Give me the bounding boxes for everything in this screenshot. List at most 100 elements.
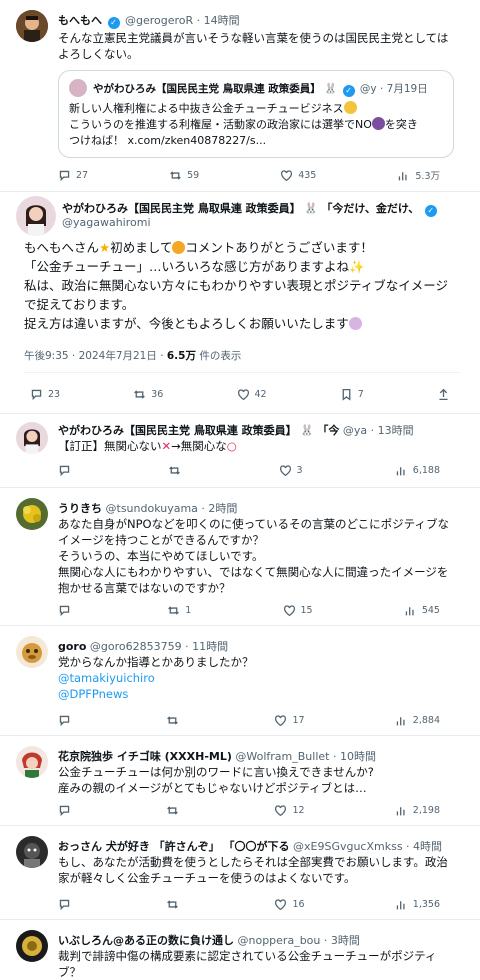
avatar[interactable] [16,746,48,778]
repost-button[interactable] [166,714,184,727]
quoted-link: x.com/zken40878227/s... [127,134,267,147]
tweet-text: あなた自身がNPOなどを叩くのに使っているその言葉のどこにポジティブな イメージ… [58,517,449,595]
tweet-mohemohe[interactable]: もへもへ ✓ @gerogeroR · 14時間 そんな立憲民主党議員が言いそう… [0,0,480,192]
reply-icon [59,605,70,617]
tweet-meta: 午後9:35 · 2024年7月21日 · 6.5万 件の表示 [24,350,242,362]
author-handle[interactable]: @tsundokuyama · 2時間 [106,502,238,515]
views-chart-icon [405,607,414,616]
repost-button[interactable] [166,898,184,911]
tweet-goro[interactable]: goro @goro62853759 · 11時間 党からなんか指導とかありまし… [0,626,480,736]
person-emoji-icon [371,117,385,130]
views-chart-icon [399,171,407,180]
reply-button[interactable]: 23 [30,388,60,401]
tweet-main: やがわひろみ【国民民主党 鳥取県連 政策委員】 🐰 「今だけ、金だけ、 ✓ @y… [0,192,480,414]
repost-icon [168,606,180,615]
bunny-icon: 🐰 [324,83,338,95]
repost-icon [167,716,179,725]
sparkle-emoji-icon: ✨ [349,259,365,274]
mention-link[interactable]: @tamakiyuichiro [58,670,464,686]
smile-emoji-icon [172,241,186,254]
like-button[interactable]: 42 [237,388,267,401]
avatar[interactable] [16,836,48,868]
views-button[interactable]: 545 [404,604,440,617]
verified-badge-icon: ✓ [107,17,120,29]
star-emoji-icon: ★ [99,240,111,255]
heart-icon [237,389,249,401]
avatar[interactable] [16,636,48,668]
tweet-text: 党からなんか指導とかありましたか？ @tamakiyuichiro @DPFPn… [58,654,464,702]
views-button[interactable]: 1,356 [395,898,440,911]
reply-icon [31,389,42,401]
tweet-correction[interactable]: やがわひろみ【国民民主党 鳥取県連 政策委員】 🐰 「今 @ya · 13時間 … [0,414,480,488]
quoted-text: 新しい人権利権による中抜き公金チューチュービジネス こういうのを推進する利権屋・… [69,101,418,147]
repost-button[interactable] [166,804,184,817]
views-chart-icon [396,901,405,910]
reply-icon [59,465,70,477]
tweet-ossan[interactable]: おっさん 犬が好き 「許さんぞ」 「〇〇が下る @xE9SGvgucXmkss … [0,826,480,920]
author-handle[interactable]: @noppera_bou · 3時間 [238,934,360,947]
mention-link[interactable]: @DPFPnews [58,686,464,702]
bunny-icon: 🐰 [300,424,314,437]
tweet-text: 【訂正】無関心ない✕→無関心な○ [58,439,237,453]
repost-button[interactable]: 1 [167,604,191,617]
author-name[interactable]: もへもへ [58,14,102,27]
avatar[interactable] [16,196,56,236]
views-button[interactable]: 2,198 [395,804,440,817]
reply-button[interactable] [58,714,76,727]
views-chart-icon [396,717,405,726]
tweet-text: もへもへさん★初めまして コメントありがとうございます！ 「公金チューチュー」…い… [24,240,449,331]
repost-icon [167,900,179,909]
like-button[interactable]: 15 [283,604,313,617]
author-handle[interactable]: @yagawahiromi [62,216,470,229]
author-name[interactable]: うりきち [58,502,102,515]
share-icon [439,388,448,401]
views-button[interactable]: 6,188 [395,464,440,477]
tweet-kakyoin[interactable]: 花京院独歩 イチゴ味 (XXXH-ML) @Wolfram_Bullet · 1… [0,736,480,826]
avatar[interactable] [16,10,48,42]
reply-button[interactable] [58,604,76,617]
avatar[interactable] [16,930,48,962]
circle-mark-icon: ○ [226,439,237,453]
reply-button[interactable] [58,804,76,817]
author-handle[interactable]: @xE9SGvgucXmkss · 4時間 [293,840,442,853]
avatar[interactable] [16,498,48,530]
like-button[interactable]: 435 [280,168,316,182]
verified-badge-icon: ✓ [342,85,355,97]
heart-icon [279,465,291,477]
like-button[interactable]: 16 [274,898,305,911]
repost-icon [170,170,181,180]
like-button[interactable]: 17 [274,714,305,727]
author-name[interactable]: やがわひろみ【国民民主党 鳥取県連 政策委員】 [58,424,297,437]
author-name[interactable]: 花京院独歩 イチゴ味 (XXXH-ML) [58,750,232,763]
heart-icon [275,899,287,911]
views-chart-icon [396,807,405,816]
bookmark-button[interactable]: 7 [340,388,364,401]
reply-button[interactable]: 27 [58,168,88,182]
tweet-ibushiron[interactable]: いぶしろん@ある正の数に負け通し @noppera_bou · 3時間 裁判で誹… [0,920,480,980]
like-button[interactable]: 3 [279,464,303,477]
author-name[interactable]: やがわひろみ【国民民主党 鳥取県連 政策委員】 [62,202,301,215]
author-handle[interactable]: @ya · 13時間 [343,424,414,437]
views-button[interactable]: 2,884 [395,714,440,727]
author-handle[interactable]: @gerogeroR · 14時間 [125,14,240,27]
reply-button[interactable] [58,898,76,911]
author-name[interactable]: goro [58,640,86,653]
repost-button[interactable]: 59 [169,168,199,182]
reply-button[interactable] [58,464,76,477]
views-button[interactable]: 5.3万 [397,168,440,182]
tweet-urikichi[interactable]: うりきち @tsundokuyama · 2時間 あなた自身がNPOなどを叩くの… [0,488,480,626]
author-name[interactable]: いぶしろん@ある正の数に負け通し [58,934,234,947]
bunny-icon: 🐰 [304,202,318,215]
repost-icon [169,466,181,475]
share-button[interactable] [437,388,450,401]
author-handle[interactable]: @Wolfram_Bullet · 10時間 [235,750,376,763]
avatar[interactable] [16,422,48,454]
repost-button[interactable]: 36 [133,388,163,401]
like-button[interactable]: 12 [274,804,305,817]
author-handle[interactable]: @goro62853759 · 11時間 [90,640,228,653]
heart-icon [283,605,295,617]
author-name[interactable]: おっさん 犬が好き 「許さんぞ」 「〇〇が下る [58,840,290,853]
quoted-tweet[interactable]: やがわひろみ【国民民主党 鳥取県連 政策委員】 🐰 ✓ @y · 7月19日 新… [58,70,454,158]
tweet-text: 裁判で誹謗中傷の構成要素に認定されている公金チューチューがポジティ ブ？ [58,949,437,979]
repost-button[interactable] [168,464,186,477]
